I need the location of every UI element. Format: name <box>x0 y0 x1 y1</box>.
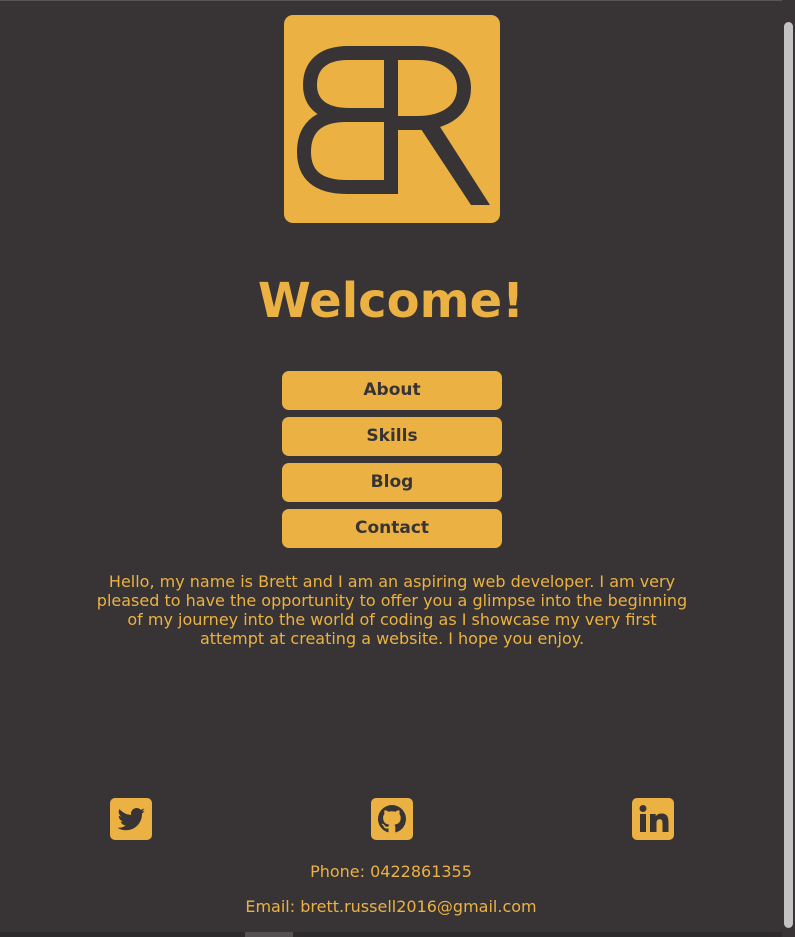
email-text: Email: brett.russell2016@gmail.com <box>245 897 537 916</box>
page-content: Welcome! About Skills Blog Contact Hello… <box>0 0 782 937</box>
horizontal-scrollbar-track[interactable] <box>0 932 782 937</box>
vertical-scrollbar-thumb[interactable] <box>784 22 793 928</box>
linkedin-icon <box>632 798 674 840</box>
about-button[interactable]: About <box>282 371 502 410</box>
github-icon <box>371 798 413 840</box>
page-title: Welcome! <box>257 273 525 329</box>
twitter-link[interactable] <box>110 798 152 840</box>
phone-text: Phone: 0422861355 <box>310 862 472 881</box>
br-logo-mark <box>297 46 490 205</box>
site-logo <box>284 15 500 223</box>
skills-button[interactable]: Skills <box>282 417 502 456</box>
horizontal-scrollbar-thumb[interactable] <box>245 932 293 937</box>
linkedin-link[interactable] <box>632 798 674 840</box>
blog-button[interactable]: Blog <box>282 463 502 502</box>
github-link[interactable] <box>371 798 413 840</box>
twitter-icon <box>110 798 152 840</box>
intro-text: Hello, my name is Brett and I am an aspi… <box>96 572 688 648</box>
main-nav: About Skills Blog Contact <box>282 371 502 555</box>
contact-button[interactable]: Contact <box>282 509 502 548</box>
